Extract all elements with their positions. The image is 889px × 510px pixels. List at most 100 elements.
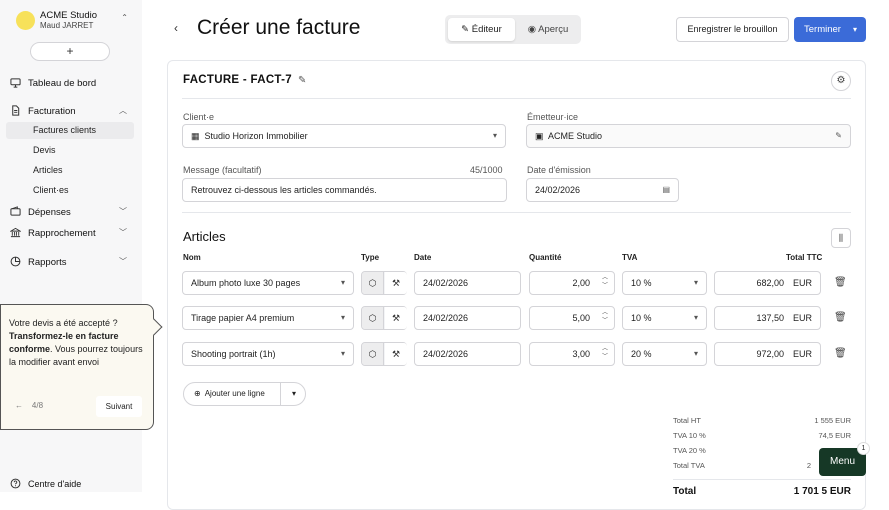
document-icon	[12, 105, 20, 116]
type-toggle[interactable]: ⬡ ⚒	[361, 306, 407, 330]
divider	[182, 98, 851, 99]
article-name-select[interactable]: Album photo luxe 30 pages ▾	[182, 271, 354, 295]
tab-editor[interactable]: ✎ Éditeur	[448, 18, 515, 41]
wrench-icon[interactable]: ⚒	[385, 307, 407, 329]
add-line-button[interactable]: ⊕ Ajouter une ligne ▾	[183, 382, 306, 406]
settings-icon[interactable]: ⚙	[831, 71, 851, 91]
quantity-stepper[interactable]: 5,00 ︿ ﹀	[529, 306, 615, 330]
message-input[interactable]: Retrouvez ci-dessous les articles comman…	[182, 178, 507, 202]
pie-chart-icon	[10, 256, 21, 267]
total-ttc-input[interactable]: 137,50 EUR	[714, 306, 821, 330]
col-quantity: Quantité	[529, 253, 562, 262]
chevron-down-icon: ▾	[492, 131, 497, 140]
issuer-value: ACME Studio	[548, 131, 603, 141]
quantity-value: 5,00	[572, 313, 590, 323]
pencil-icon[interactable]: ✎	[298, 75, 307, 86]
arrow-left-icon[interactable]: ←	[15, 401, 23, 410]
add-line-label: Ajouter une ligne	[204, 389, 265, 398]
issuer-field[interactable]: ▣ ACME Studio ✎	[526, 124, 851, 148]
message-label: Message (facultatif)	[183, 165, 262, 175]
sidebar-item-quotes[interactable]: Devis	[6, 142, 134, 159]
chevron-down-icon: ﹀	[119, 207, 127, 216]
type-toggle[interactable]: ⬡ ⚒	[361, 342, 407, 366]
type-toggle[interactable]: ⬡ ⚒	[361, 271, 407, 295]
columns-icon[interactable]: ⫼	[831, 228, 851, 248]
divider	[673, 479, 851, 480]
issue-date-input[interactable]: 24/02/2026 ▤	[526, 178, 679, 202]
back-icon[interactable]: ‹	[174, 21, 178, 35]
help-circle-icon	[10, 478, 21, 489]
client-select[interactable]: ▦ Studio Horizon Immobilier ▾	[182, 124, 506, 148]
stepper-arrows-icon[interactable]: ︿ ﹀	[602, 309, 608, 325]
article-date-input[interactable]: 24/02/2026	[414, 342, 521, 366]
article-name: Tirage papier A4 premium	[191, 313, 295, 323]
tooltip-next-button[interactable]: Suivant	[96, 396, 142, 417]
total-ttc-value: 972,00	[756, 349, 784, 359]
issuer-label: Émetteur·ice	[527, 112, 579, 122]
currency-label: EUR	[792, 349, 812, 359]
chevron-down-icon: ▾	[340, 313, 345, 322]
sidebar-item-billing[interactable]: Facturation ︿	[10, 105, 127, 117]
chevron-down-icon[interactable]: ▾	[292, 383, 296, 405]
sidebar-item-reports[interactable]: Rapports ﹀	[10, 256, 127, 268]
finish-button[interactable]: Terminer ▾	[794, 17, 866, 42]
box-icon[interactable]: ⬡	[362, 307, 384, 329]
monitor-icon	[10, 78, 21, 88]
vat-select[interactable]: 10 % ▾	[622, 306, 707, 330]
trash-icon[interactable]: 🗑	[834, 348, 847, 359]
stepper-arrows-icon[interactable]: ︿ ﹀	[602, 345, 608, 361]
sidebar-item-expenses[interactable]: Dépenses ﹀	[10, 206, 127, 218]
wrench-icon[interactable]: ⚒	[385, 343, 407, 365]
box-icon[interactable]: ⬡	[362, 272, 384, 294]
trash-icon[interactable]: 🗑	[834, 312, 847, 323]
calendar-icon[interactable]: ▤	[662, 179, 670, 201]
box-icon[interactable]: ⬡	[362, 343, 384, 365]
quantity-stepper[interactable]: 2,00 ︿ ﹀	[529, 271, 615, 295]
tooltip-text-part: Votre devis a été accepté ?	[9, 318, 118, 328]
eye-icon: ◉	[527, 24, 537, 35]
building-icon: ▦	[191, 131, 200, 141]
article-date-input[interactable]: 24/02/2026	[414, 306, 521, 330]
chevron-down-icon: ﹀	[119, 257, 127, 266]
save-draft-button[interactable]: Enregistrer le brouillon	[676, 17, 789, 42]
sidebar-item-label: Dépenses	[28, 207, 71, 218]
total-value: 2	[806, 461, 811, 470]
message-counter: 45/1000	[470, 165, 503, 175]
article-name-select[interactable]: Tirage papier A4 premium ▾	[182, 306, 354, 330]
org-switcher[interactable]: ACME Studio Maud JARRET ⌃	[16, 10, 128, 30]
chevron-up-icon: ︿	[119, 106, 127, 115]
add-button[interactable]: +	[30, 42, 110, 61]
total-ttc-input[interactable]: 682,00 EUR	[714, 271, 821, 295]
sidebar-item-clients[interactable]: Client·es	[6, 182, 134, 199]
total-label: TVA 20 %	[673, 446, 706, 455]
sidebar-item-reconciliation[interactable]: Rapprochement ﹀	[10, 227, 127, 239]
total-label: Total HT	[673, 416, 701, 425]
col-total: Total TTC	[786, 253, 823, 262]
sidebar-item-articles[interactable]: Articles	[6, 162, 134, 179]
vat-select[interactable]: 20 % ▾	[622, 342, 707, 366]
vat-select[interactable]: 10 % ▾	[622, 271, 707, 295]
wrench-icon[interactable]: ⚒	[385, 272, 407, 294]
issue-date-label: Date d'émission	[527, 165, 591, 175]
user-name: Maud JARRET	[40, 21, 94, 30]
wallet-icon	[10, 206, 21, 216]
tab-preview[interactable]: ◉ Aperçu	[517, 18, 579, 41]
sidebar-item-dashboard[interactable]: Tableau de bord	[10, 77, 96, 89]
total-ttc-input[interactable]: 972,00 EUR	[714, 342, 821, 366]
total-value: 74,5 EUR	[818, 431, 851, 440]
total-ht-row: Total HT 1 555 EUR	[673, 416, 851, 425]
stepper-arrows-icon[interactable]: ︿ ﹀	[602, 274, 608, 290]
sidebar-item-client-invoices[interactable]: Factures clients	[6, 122, 134, 139]
edit-icon[interactable]: ✎	[835, 125, 842, 147]
trash-icon[interactable]: 🗑	[834, 277, 847, 288]
total-value: 1 555 EUR	[814, 416, 851, 425]
article-name: Shooting portrait (1h)	[191, 349, 276, 359]
article-date-input[interactable]: 24/02/2026	[414, 271, 521, 295]
article-name: Album photo luxe 30 pages	[191, 278, 301, 288]
quantity-value: 2,00	[572, 278, 590, 288]
article-name-select[interactable]: Shooting portrait (1h) ▾	[182, 342, 354, 366]
help-center-link[interactable]: Centre d'aide	[10, 478, 81, 489]
chevron-down-icon: ▾	[693, 349, 698, 358]
quantity-stepper[interactable]: 3,00 ︿ ﹀	[529, 342, 615, 366]
col-name: Nom	[183, 253, 201, 262]
